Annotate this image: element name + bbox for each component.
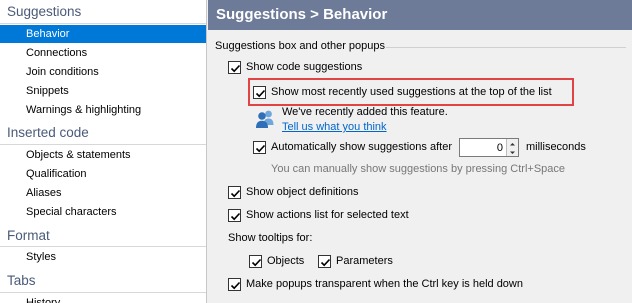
show-recent-top-option[interactable]: Show most recently used suggestions at t…: [253, 85, 552, 101]
sidebar-item-aliases[interactable]: Aliases: [0, 184, 206, 202]
sidebar-item-qualification[interactable]: Qualification: [0, 165, 206, 183]
section-divider: [0, 23, 206, 24]
checkmark-icon: [320, 258, 331, 266]
section-header-format: Format: [7, 228, 50, 243]
checkmark-icon: [230, 212, 241, 220]
section-divider: [0, 292, 206, 293]
show-code-suggestions-label: Show code suggestions: [246, 61, 363, 74]
transparent-popups-option[interactable]: Make popups transparent when the Ctrl ke…: [228, 277, 523, 293]
tooltips-objects-checkbox[interactable]: [249, 254, 262, 268]
stepper-buttons: [506, 139, 518, 156]
sidebar-item-history[interactable]: History: [0, 294, 206, 303]
sidebar-item-special-characters[interactable]: Special characters: [0, 203, 206, 221]
transparent-popups-label: Make popups transparent when the Ctrl ke…: [246, 278, 523, 291]
group-divider: [386, 47, 626, 48]
show-object-definitions-checkbox[interactable]: [228, 185, 241, 199]
panel-title: Suggestions > Behavior: [208, 0, 632, 30]
chevron-up-icon[interactable]: [507, 139, 518, 147]
sidebar-item-connections[interactable]: Connections: [0, 44, 206, 62]
tooltips-label: Show tooltips for:: [228, 232, 313, 244]
group-label: Suggestions box and other popups: [215, 40, 386, 52]
sidebar-item-warnings-highlighting[interactable]: Warnings & highlighting: [0, 101, 206, 119]
show-actions-list-label: Show actions list for selected text: [246, 209, 409, 222]
sidebar-item-snippets[interactable]: Snippets: [0, 82, 206, 100]
chevron-down-icon[interactable]: [507, 148, 518, 156]
tooltips-parameters-label: Parameters: [336, 255, 393, 268]
show-object-definitions-label: Show object definitions: [246, 186, 359, 199]
sidebar-item-styles[interactable]: Styles: [0, 248, 206, 266]
users-icon: [254, 108, 276, 130]
auto-show-checkbox[interactable]: [253, 140, 266, 154]
show-actions-list-option[interactable]: Show actions list for selected text: [228, 208, 409, 224]
show-code-suggestions-checkbox[interactable]: [228, 60, 241, 74]
checkmark-icon: [251, 258, 262, 266]
section-header-suggestions: Suggestions: [7, 4, 82, 19]
sidebar-item-join-conditions[interactable]: Join conditions: [0, 63, 206, 81]
sidebar-item-behavior[interactable]: Behavior: [0, 25, 206, 43]
delay-stepper[interactable]: [459, 138, 519, 157]
delay-input[interactable]: [460, 139, 506, 156]
show-code-suggestions-option[interactable]: Show code suggestions: [228, 60, 362, 76]
tooltips-objects-label: Objects: [267, 255, 305, 268]
sidebar-item-objects-statements[interactable]: Objects & statements: [0, 146, 206, 164]
checkmark-icon: [255, 144, 266, 152]
checkmark-icon: [230, 189, 241, 197]
feedback-link[interactable]: Tell us what you think: [282, 121, 387, 133]
show-recent-top-checkbox[interactable]: [253, 85, 266, 99]
info-message: We've recently added this feature.: [282, 106, 448, 118]
auto-show-label: Automatically show suggestions after: [271, 141, 452, 154]
tooltips-objects-option[interactable]: Objects: [249, 254, 304, 270]
auto-show-option[interactable]: Automatically show suggestions after: [253, 140, 452, 156]
settings-panel: Suggestions > Behavior Suggestions box a…: [208, 0, 632, 303]
options-sidebar: Suggestions Behavior Connections Join co…: [0, 0, 207, 303]
tooltips-parameters-option[interactable]: Parameters: [318, 254, 393, 270]
section-divider: [0, 246, 206, 247]
delay-unit-label: milliseconds: [526, 141, 586, 153]
show-actions-list-checkbox[interactable]: [228, 208, 241, 222]
tooltips-parameters-checkbox[interactable]: [318, 254, 331, 268]
section-header-tabs: Tabs: [7, 273, 36, 288]
checkmark-icon: [230, 281, 241, 289]
checkmark-icon: [255, 89, 266, 97]
manual-hint-text: You can manually show suggestions by pre…: [271, 163, 566, 175]
show-recent-top-label: Show most recently used suggestions at t…: [271, 86, 552, 99]
section-divider: [0, 144, 206, 145]
section-header-inserted-code: Inserted code: [7, 125, 89, 140]
checkmark-icon: [230, 64, 241, 72]
transparent-popups-checkbox[interactable]: [228, 277, 241, 291]
show-object-definitions-option[interactable]: Show object definitions: [228, 185, 359, 201]
